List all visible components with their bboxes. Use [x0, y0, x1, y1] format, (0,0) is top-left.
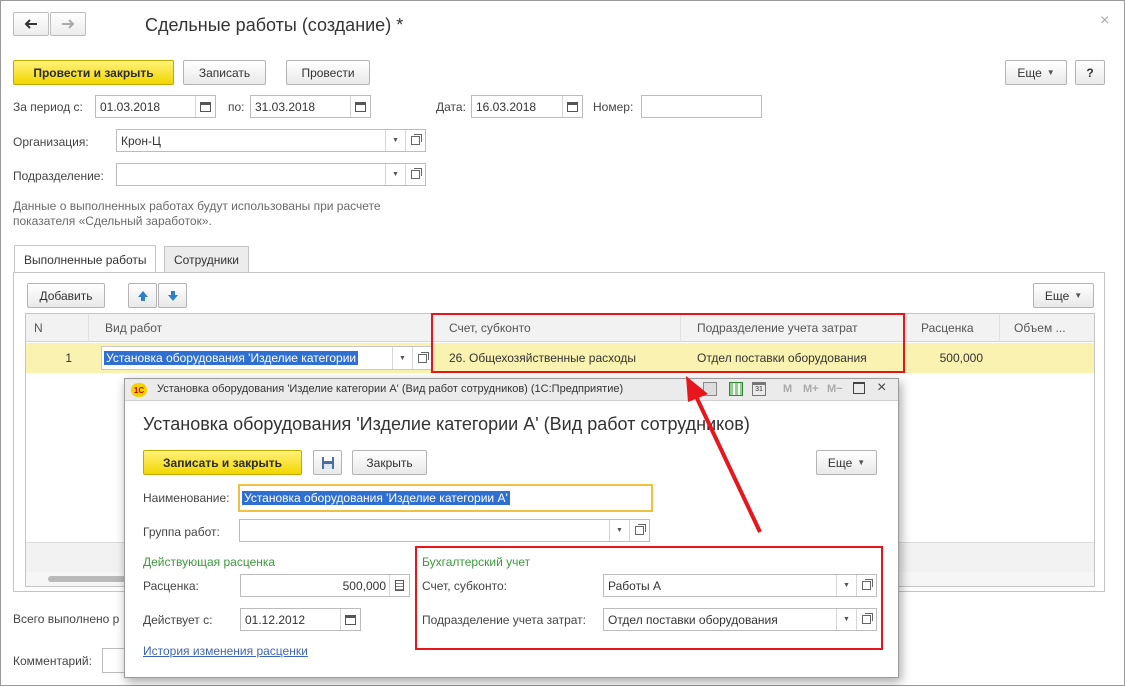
chevron-down-icon: ▼	[1046, 68, 1055, 77]
memory-minus-icon[interactable]: M−	[827, 383, 843, 395]
post-button[interactable]: Провести	[286, 60, 370, 85]
move-down-button[interactable]	[158, 283, 187, 308]
calendar-icon[interactable]	[195, 96, 215, 117]
valid-from-field[interactable]: 01.12.2012	[240, 608, 361, 631]
table-highlight-box	[431, 313, 905, 373]
table-more-button[interactable]: Еще ▼	[1033, 283, 1094, 308]
rate-field[interactable]: 500,000	[240, 574, 410, 597]
period-from-field[interactable]: 01.03.2018	[95, 95, 216, 118]
chevron-down-icon: ▼	[857, 458, 866, 467]
number-field[interactable]	[641, 95, 762, 118]
arrow-up-icon	[137, 290, 148, 301]
comment-label: Комментарий:	[13, 654, 92, 668]
date-field[interactable]: 16.03.2018	[471, 95, 583, 118]
period-to-label: по:	[228, 100, 245, 114]
row-n: 1	[65, 351, 72, 365]
calendar-icon[interactable]	[562, 96, 582, 117]
page-title: Сдельные работы (создание) *	[145, 15, 404, 35]
period-to-field[interactable]: 31.03.2018	[250, 95, 371, 118]
valid-from-label: Действует с:	[143, 613, 213, 627]
accounting-highlight-box	[415, 546, 883, 650]
open-icon[interactable]	[405, 164, 425, 185]
dialog-window: 1С Установка оборудования 'Изделие катег…	[124, 378, 899, 678]
help-button[interactable]: ?	[1075, 60, 1105, 85]
period-from-label: За период с:	[13, 100, 83, 114]
dialog-window-title: Установка оборудования 'Изделие категори…	[157, 383, 624, 395]
table-more-label: Еще	[1044, 288, 1070, 303]
app-logo-icon: 1С	[131, 383, 147, 397]
col-work-type[interactable]: Вид работ	[89, 314, 433, 342]
group-field[interactable]: ▼	[239, 519, 650, 542]
dialog-more-button[interactable]: Еще ▼	[816, 450, 877, 475]
rate-section-title: Действующая расценка	[143, 555, 276, 569]
col-volume[interactable]: Объем ...	[1000, 314, 1094, 342]
close-icon[interactable]: ×	[877, 379, 886, 397]
post-close-button[interactable]: Провести и закрыть	[13, 60, 174, 85]
close-button[interactable]: Закрыть	[352, 450, 427, 475]
arrow-right-icon	[62, 19, 75, 29]
arrow-left-icon	[24, 19, 37, 29]
tab-employees[interactable]: Сотрудники	[164, 246, 249, 272]
dropdown-arrow-icon[interactable]: ▼	[609, 520, 629, 541]
open-icon[interactable]	[405, 130, 425, 151]
open-icon[interactable]	[629, 520, 649, 541]
move-up-button[interactable]	[128, 283, 157, 308]
org-field[interactable]: Крон-Ц ▼	[116, 129, 426, 152]
name-label: Наименование:	[143, 491, 230, 505]
more-button[interactable]: Еще ▼	[1005, 60, 1067, 85]
rate-history-link[interactable]: История изменения расценки	[143, 644, 308, 658]
dialog-more-label: Еще	[827, 455, 853, 470]
tab-completed-works[interactable]: Выполненные работы	[14, 245, 157, 273]
division-field[interactable]: ▼	[116, 163, 426, 186]
save-icon-button[interactable]	[313, 450, 342, 475]
valid-from-value: 01.12.2012	[245, 612, 306, 627]
calculator-icon[interactable]	[389, 575, 409, 596]
save-close-button[interactable]: Записать и закрыть	[143, 450, 302, 475]
chevron-down-icon: ▼	[1074, 291, 1083, 300]
dialog-titlebar: 1С Установка оборудования 'Изделие катег…	[125, 379, 898, 401]
period-from-value: 01.03.2018	[100, 99, 161, 114]
save-button[interactable]: Записать	[183, 60, 266, 85]
col-n[interactable]: N	[26, 314, 89, 342]
maximize-icon[interactable]	[853, 382, 865, 394]
forward-button[interactable]	[50, 12, 86, 36]
dialog-header: Установка оборудования 'Изделие категори…	[143, 414, 750, 434]
dropdown-arrow-icon[interactable]: ▼	[392, 347, 412, 369]
dropdown-arrow-icon[interactable]: ▼	[385, 130, 405, 151]
name-field[interactable]: Установка оборудования 'Изделие категори…	[238, 484, 653, 512]
floppy-disk-icon	[321, 456, 334, 469]
org-label: Организация:	[13, 135, 89, 149]
rate-label: Расценка:	[143, 579, 199, 593]
period-to-value: 31.03.2018	[255, 99, 316, 114]
calendar-icon[interactable]	[350, 96, 370, 117]
number-label: Номер:	[593, 100, 634, 114]
back-button[interactable]	[13, 12, 49, 36]
org-value: Крон-Ц	[121, 133, 161, 148]
division-label: Подразделение:	[13, 169, 104, 183]
row-work-type-field[interactable]: Установка оборудования 'Изделие категори…	[101, 346, 433, 370]
more-label: Еще	[1017, 65, 1042, 80]
date-value: 16.03.2018	[476, 99, 537, 114]
calendar-icon[interactable]	[340, 609, 360, 630]
open-icon[interactable]	[412, 347, 432, 369]
row-volume	[1000, 343, 1094, 373]
memory-m-icon[interactable]: M	[783, 383, 792, 395]
arrow-down-icon	[167, 290, 178, 301]
close-icon[interactable]: ×	[1100, 12, 1109, 30]
annotation-arrow-icon	[686, 376, 762, 533]
row-work-type-value: Установка оборудования 'Изделие категори…	[104, 351, 359, 365]
add-button[interactable]: Добавить	[27, 283, 105, 308]
row-rate: 500,000	[939, 351, 983, 365]
total-label: Всего выполнено р	[13, 612, 120, 626]
dropdown-arrow-icon[interactable]: ▼	[385, 164, 405, 185]
col-rate[interactable]: Расценка	[907, 314, 1000, 342]
name-value: Установка оборудования 'Изделие категори…	[242, 491, 510, 505]
group-label: Группа работ:	[143, 525, 220, 539]
memory-plus-icon[interactable]: M+	[803, 383, 819, 395]
rate-value: 500,000	[342, 578, 386, 593]
info-note: Данные о выполненных работах будут испол…	[13, 199, 381, 228]
date-label: Дата:	[436, 100, 466, 114]
